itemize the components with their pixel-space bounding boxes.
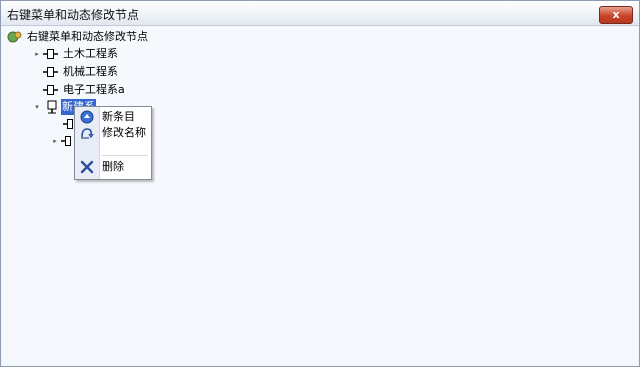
department-node-icon [63, 119, 73, 129]
expand-icon[interactable] [33, 64, 41, 80]
tree-root-node[interactable]: 右键菜单和动态修改节点 [7, 29, 207, 45]
department-node-icon [61, 136, 71, 146]
tree-item-label: 土木工程系 [63, 47, 118, 60]
expand-icon[interactable] [55, 116, 63, 132]
tree-item-mechanical[interactable]: 机械工程系 [33, 64, 153, 80]
expand-icon[interactable] [33, 82, 41, 98]
department-node-icon [43, 67, 58, 77]
tree-root-label: 右键菜单和动态修改节点 [27, 30, 148, 43]
window-title: 右键菜单和动态修改节点 [7, 8, 140, 22]
menu-item-label: 删除 [102, 160, 124, 173]
close-icon: x [612, 8, 620, 21]
tree-item-civil[interactable]: ▸ 土木工程系 [33, 46, 153, 62]
tree-view[interactable]: 右键菜单和动态修改节点 ▸ 土木工程系 机械工程系 电子工程系a ▾ ▸ [3, 27, 637, 364]
collapse-icon[interactable]: ▾ [33, 99, 41, 115]
expand-icon[interactable]: ▸ [33, 46, 41, 62]
new-item-icon [80, 110, 94, 124]
menu-item-rename[interactable]: 修改名称 [75, 125, 151, 141]
menu-item-label: 新条目 [102, 110, 135, 123]
menu-separator [102, 155, 148, 156]
root-folder-icon [7, 31, 22, 43]
menu-item-new[interactable]: 新条目 [75, 109, 151, 125]
dialog-window: 右键菜单和动态修改节点 x 右键菜单和动态修改节点 ▸ 土木工程系 机械工程系 … [0, 0, 640, 367]
tree-item-label: 机械工程系 [63, 65, 118, 78]
context-menu: 新条目 修改名称 删除 [74, 106, 152, 180]
department-node-icon [43, 85, 58, 95]
department-expanded-icon [47, 100, 57, 114]
tree-item-electronic[interactable]: 电子工程系a [33, 82, 153, 98]
tree-item-label: 电子工程系a [63, 83, 125, 96]
title-bar[interactable]: 右键菜单和动态修改节点 x [1, 1, 639, 26]
expand-icon[interactable]: ▸ [51, 133, 59, 149]
close-button[interactable]: x [599, 6, 633, 24]
rename-icon [81, 128, 94, 139]
menu-item-label: 修改名称 [102, 126, 146, 139]
menu-item-delete[interactable]: 删除 [75, 159, 151, 175]
delete-icon [80, 160, 94, 174]
department-node-icon [43, 49, 58, 59]
